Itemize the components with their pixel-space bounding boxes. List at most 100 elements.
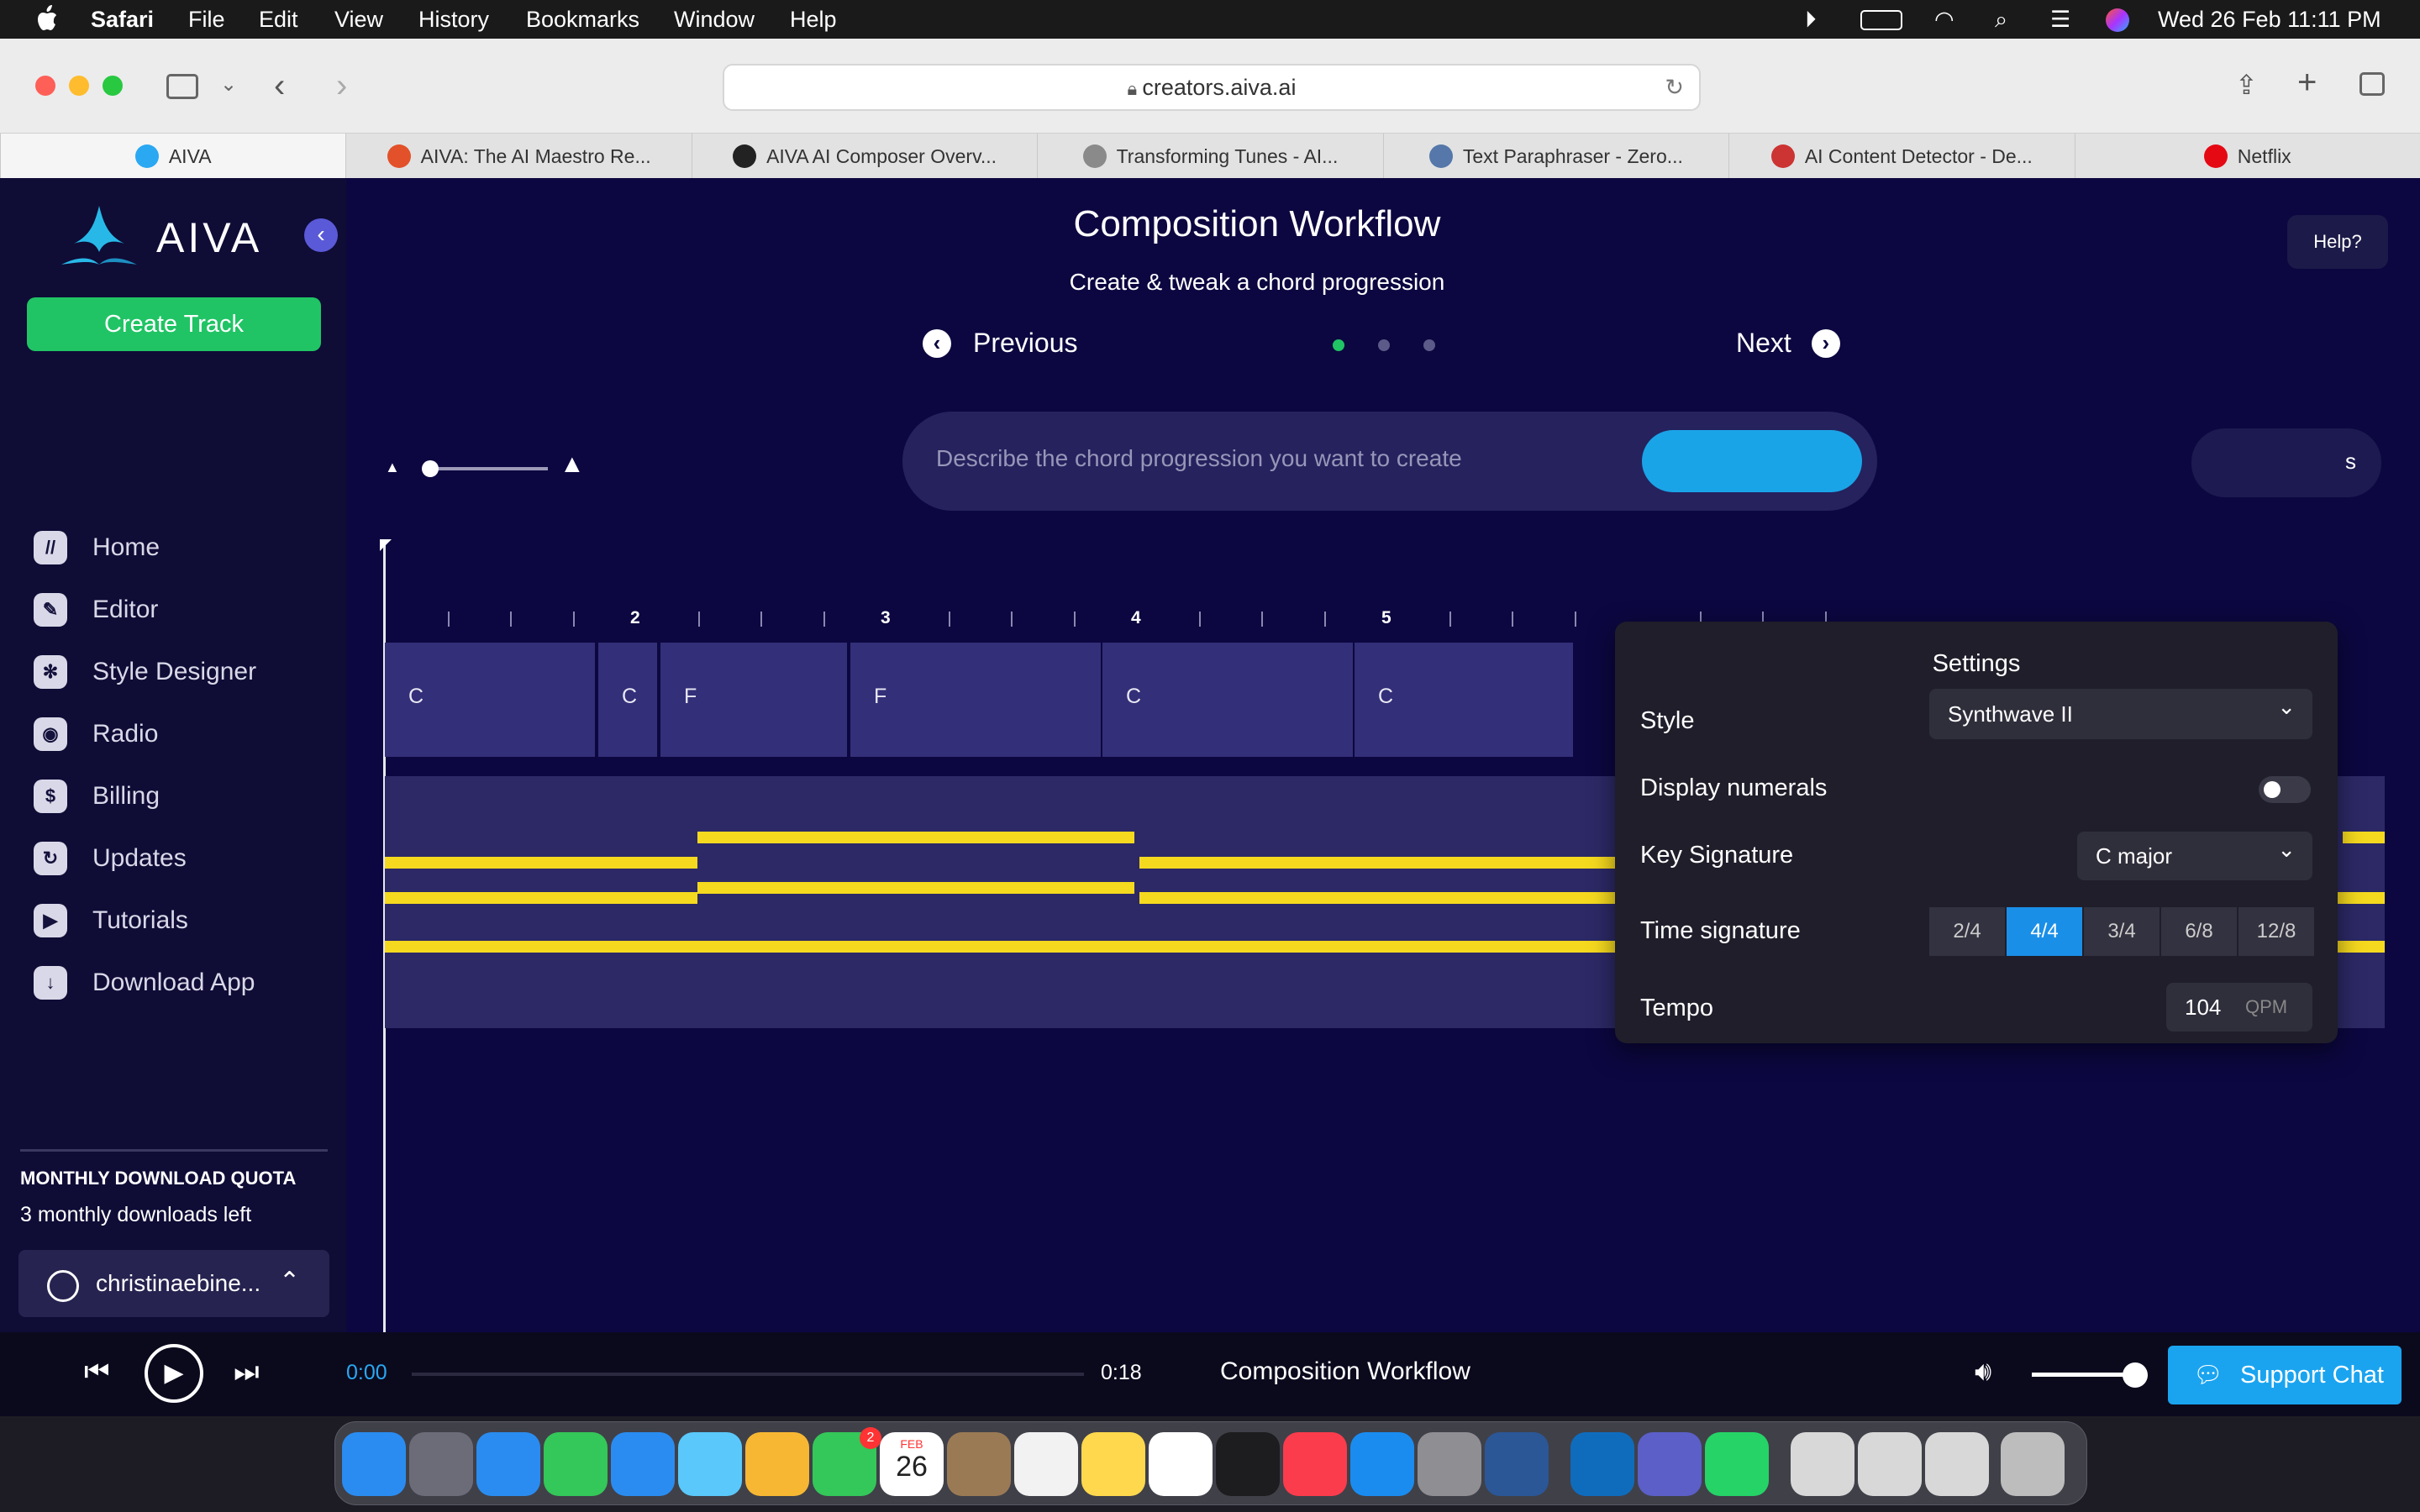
browser-tab[interactable]: Text Paraphraser - Zero... [1382, 134, 1728, 179]
window-thumbnail-icon[interactable] [1858, 1432, 1922, 1496]
skip-back-icon[interactable]: ⏮ [84, 1356, 110, 1389]
sidebar-item-download-app[interactable]: ↓ Download App [34, 958, 255, 1008]
sidebar-item-style-designer[interactable]: ✻ Style Designer [34, 647, 256, 697]
window-thumbnail-icon[interactable] [1925, 1432, 1989, 1496]
photos-icon[interactable] [745, 1432, 809, 1496]
support-chat-button[interactable]: 💬︎ Support Chat [2168, 1346, 2402, 1404]
chord-block[interactable]: C [385, 643, 595, 757]
spotlight-search-icon[interactable]: ⌕ [1995, 7, 2007, 34]
playhead-marker-icon[interactable] [380, 539, 392, 551]
chevron-down-icon[interactable]: ⌄ [220, 72, 237, 97]
menu-history[interactable]: History [418, 7, 489, 33]
sidebar-item-updates[interactable]: ↻ Updates [34, 833, 187, 884]
browser-tab[interactable]: Netflix [2074, 134, 2420, 179]
media-play-status-icon[interactable]: ⏵ [1805, 7, 1817, 34]
chord-block[interactable]: F [850, 643, 1101, 757]
progress-bar[interactable] [412, 1373, 1084, 1376]
note[interactable] [697, 882, 1134, 894]
teams-icon[interactable] [1638, 1432, 1702, 1496]
share-icon[interactable]: ⇪ [2235, 69, 2258, 101]
app-store-icon[interactable] [1350, 1432, 1414, 1496]
volume-slider-handle[interactable] [2123, 1362, 2148, 1388]
safari-icon[interactable] [476, 1432, 540, 1496]
launchpad-icon[interactable] [409, 1432, 473, 1496]
zoom-slider-track[interactable] [427, 467, 548, 470]
menu-file[interactable]: File [188, 7, 225, 33]
calendar-icon[interactable]: FEB 26 [880, 1432, 944, 1496]
generate-button[interactable] [1642, 430, 1862, 492]
step-dot[interactable] [1423, 339, 1435, 351]
sidebar-item-billing[interactable]: $ Billing [34, 771, 160, 822]
chord-block[interactable]: C [1355, 643, 1573, 757]
control-center-icon[interactable]: ☰ [2050, 7, 2070, 33]
help-button[interactable]: Help? [2287, 215, 2388, 269]
browser-tab[interactable]: AI Content Detector - De... [1728, 134, 2074, 179]
zoom-in-icon[interactable]: ▲ [560, 450, 585, 479]
zoom-slider-handle[interactable] [422, 460, 439, 477]
zoom-out-icon[interactable]: ▲ [385, 459, 400, 476]
minimize-window-button[interactable] [69, 76, 89, 96]
chord-prompt-input[interactable]: Describe the chord progression you want … [902, 412, 1877, 511]
music-icon[interactable] [1283, 1432, 1347, 1496]
previous-button[interactable]: ‹ Previous [923, 328, 1078, 359]
clock[interactable]: Wed 26 Feb 11:11 PM [2158, 7, 2381, 33]
tab-overview-icon[interactable] [2360, 72, 2385, 96]
volume-icon[interactable]: 🔊︎ [1975, 1356, 1991, 1388]
contacts-icon[interactable] [947, 1432, 1011, 1496]
time-signature-option[interactable]: 6/8 [2161, 907, 2237, 956]
note[interactable] [2343, 832, 2385, 843]
tempo-input[interactable]: 104 QPM [2166, 983, 2312, 1032]
wifi-icon[interactable]: ◠ [1934, 7, 1954, 33]
menu-bookmarks[interactable]: Bookmarks [526, 7, 639, 33]
new-tab-icon[interactable]: + [2297, 64, 2317, 102]
create-track-button[interactable]: Create Track [27, 297, 321, 351]
note[interactable] [697, 832, 1134, 843]
browser-tab[interactable]: Transforming Tunes - AI... [1037, 134, 1382, 179]
user-menu-button[interactable]: christinaebine... ⌃ [18, 1250, 329, 1317]
chord-block[interactable]: C [1102, 643, 1353, 757]
menu-window[interactable]: Window [674, 7, 755, 33]
freeform-icon[interactable] [1149, 1432, 1213, 1496]
reload-icon[interactable]: ↻ [1665, 66, 1684, 109]
messages-icon[interactable] [544, 1432, 608, 1496]
reminders-icon[interactable] [1014, 1432, 1078, 1496]
menu-edit[interactable]: Edit [259, 7, 298, 33]
apple-icon[interactable] [34, 5, 59, 34]
step-dot[interactable] [1378, 339, 1390, 351]
sidebar-item-home[interactable]: // Home [34, 522, 160, 573]
finder-icon[interactable] [342, 1432, 406, 1496]
step-dot-active[interactable] [1333, 339, 1344, 351]
maps-icon[interactable] [678, 1432, 742, 1496]
display-numerals-toggle[interactable] [2259, 776, 2311, 803]
apple-tv-icon[interactable] [1216, 1432, 1280, 1496]
mail-icon[interactable] [611, 1432, 675, 1496]
note[interactable] [385, 892, 697, 904]
time-signature-option[interactable]: 4/4 [2007, 907, 2082, 956]
browser-tab[interactable]: AIVA AI Composer Overv... [691, 134, 1037, 179]
sidebar-item-tutorials[interactable]: ▶ Tutorials [34, 895, 188, 946]
zoom-window-button[interactable] [103, 76, 123, 96]
system-settings-icon[interactable] [1418, 1432, 1481, 1496]
note[interactable] [1139, 892, 1644, 904]
skip-forward-icon[interactable]: ⏭ [234, 1356, 260, 1389]
address-bar[interactable]: 🔒︎ creators.aiva.ai ↻ [723, 64, 1701, 111]
menu-help[interactable]: Help [790, 7, 837, 33]
style-select[interactable]: Synthwave II ⌄ [1929, 689, 2312, 739]
time-signature-option[interactable]: 3/4 [2084, 907, 2160, 956]
siri-icon[interactable] [2106, 8, 2129, 32]
browser-tab[interactable]: AIVA [0, 134, 346, 179]
note[interactable] [385, 941, 1139, 953]
time-signature-option[interactable]: 2/4 [1929, 907, 2005, 956]
settings-toggle-button[interactable]: s [2191, 428, 2381, 497]
facetime-icon[interactable]: 2 [813, 1427, 881, 1496]
back-arrow-icon[interactable]: ‹ [274, 67, 285, 105]
chord-block[interactable]: F [660, 643, 847, 757]
menu-view[interactable]: View [334, 7, 383, 33]
collapse-sidebar-button[interactable]: ‹ [304, 218, 338, 252]
whatsapp-icon[interactable] [1705, 1432, 1769, 1496]
sidebar-item-radio[interactable]: ◉ Radio [34, 709, 158, 759]
next-button[interactable]: Next › [1736, 328, 1840, 359]
chord-block[interactable]: C [598, 643, 657, 757]
browser-tab[interactable]: AIVA: The AI Maestro Re... [345, 134, 691, 179]
volume-slider[interactable] [2032, 1373, 2136, 1377]
